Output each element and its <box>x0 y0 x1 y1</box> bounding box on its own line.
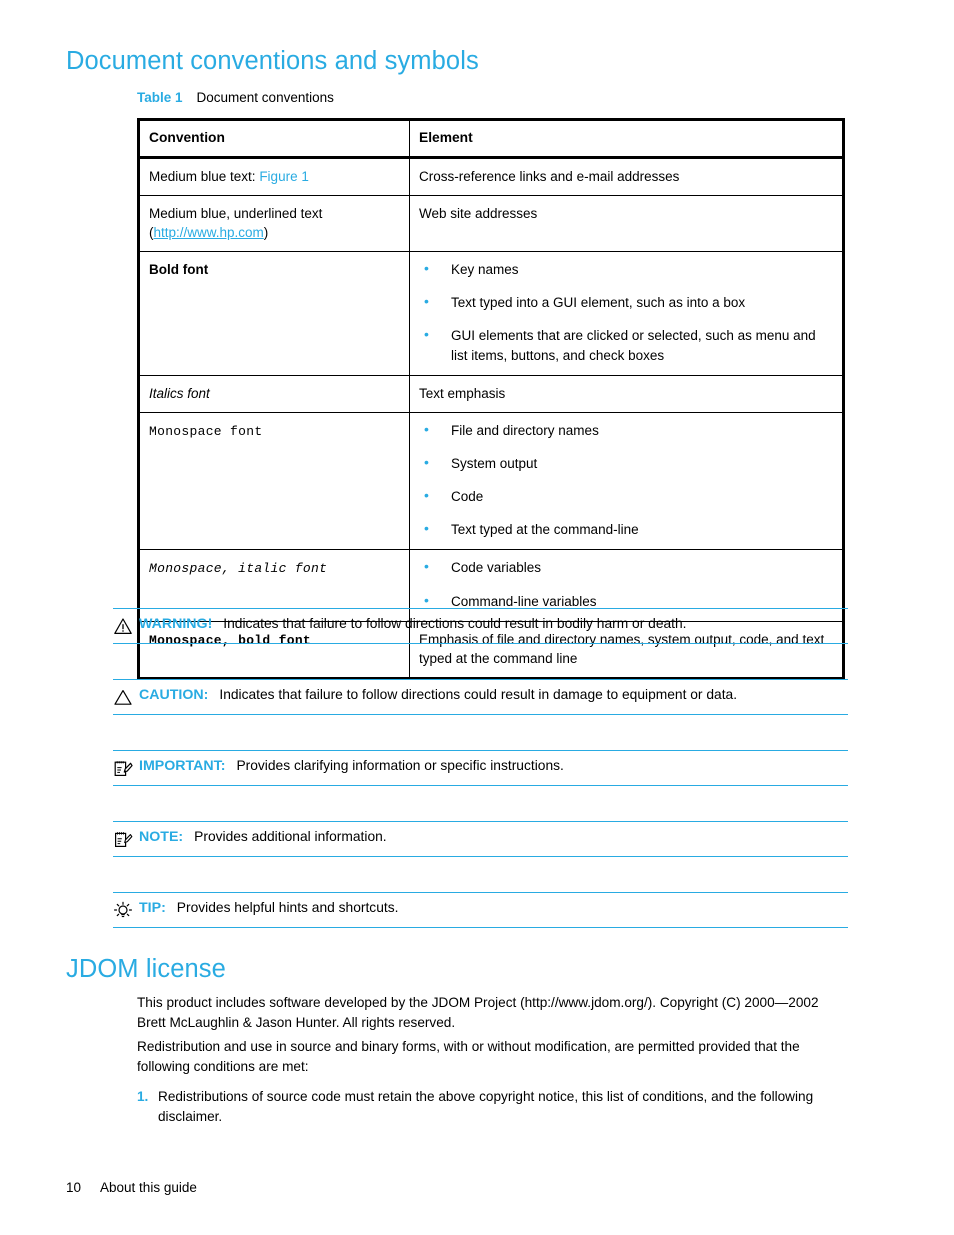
table-row: Italics font Text emphasis <box>138 374 844 413</box>
jdom-paragraph-1: This product includes software developed… <box>137 995 819 1030</box>
notice-text: Provides clarifying information or speci… <box>236 758 564 773</box>
cell-element-monospace-uses: File and directory names System output C… <box>409 411 844 551</box>
convention-line1: Medium blue, underlined text <box>149 205 323 221</box>
notice-label: TIP: <box>139 900 166 916</box>
list-item: Code <box>419 486 833 506</box>
list-item: File and directory names <box>419 420 833 440</box>
notice-label: WARNING! <box>139 616 213 632</box>
cell-convention-italics-font: Italics font <box>138 374 410 413</box>
notice-tip: TIP: Provides helpful hints and shortcut… <box>113 892 848 928</box>
notice-rule-bottom <box>113 643 848 644</box>
notice-text: Provides helpful hints and shortcuts. <box>176 900 399 915</box>
figure-link[interactable]: Figure 1 <box>259 169 309 184</box>
notice-body: IMPORTANT: Provides clarifying informati… <box>113 751 848 785</box>
table-header-row: Convention Element <box>138 119 844 159</box>
notice-body: TIP: Provides helpful hints and shortcut… <box>113 893 848 927</box>
notice-body: CAUTION: Indicates that failure to follo… <box>113 680 848 714</box>
page-footer: 10 About this guide <box>66 1180 197 1195</box>
bullet-list: File and directory names System output C… <box>419 420 833 540</box>
italics-font-sample: Italics font <box>149 385 210 401</box>
notice-important: IMPORTANT: Provides clarifying informati… <box>113 750 848 786</box>
notice-label: IMPORTANT: <box>139 758 226 774</box>
notice-label: NOTE: <box>139 829 184 845</box>
cell-convention-bold-font: Bold font <box>138 251 410 376</box>
notice-caution: CAUTION: Indicates that failure to follo… <box>113 679 848 715</box>
cell-element-web-site-addresses: Web site addresses <box>409 194 844 253</box>
caution-triangle-icon <box>113 688 133 707</box>
cell-element-text-emphasis: Text emphasis <box>409 374 844 413</box>
bullet-list: Code variables Command-line variables <box>419 557 833 610</box>
notice-body: NOTE: Provides additional information. <box>113 822 848 856</box>
jdom-conditions-list: 1. Redistributions of source code must r… <box>137 1087 837 1127</box>
table-header-element: Element <box>409 119 844 159</box>
table-row: Bold font Key names Text typed into a GU… <box>138 251 844 376</box>
bullet-list: Key names Text typed into a GUI element,… <box>419 259 833 365</box>
notice-rule-bottom <box>113 785 848 786</box>
table-row: Medium blue, underlined text (http://www… <box>138 194 844 253</box>
table-caption: Table 1 Document conventions <box>137 90 334 105</box>
cell-convention-medium-blue-text: Medium blue text: Figure 1 <box>138 156 410 196</box>
notice-text: Indicates that failure to follow directi… <box>223 616 687 631</box>
cell-convention-medium-blue-underlined: Medium blue, underlined text (http://www… <box>138 194 410 253</box>
footer-page-number: 10 <box>66 1180 82 1195</box>
section-title-jdom-license: JDOM license <box>66 955 226 983</box>
list-item: System output <box>419 453 833 473</box>
table-row: Monospace font File and directory names … <box>138 411 844 551</box>
monospace-italic-font-sample: Monospace, italic font <box>149 561 328 577</box>
paren-close: ) <box>263 224 269 240</box>
jdom-paragraph-2: Redistribution and use in source and bin… <box>137 1039 800 1074</box>
table-caption-label: Table 1 <box>137 90 183 105</box>
table-caption-text: Document conventions <box>196 90 334 105</box>
notice-text: Indicates that failure to follow directi… <box>219 687 738 702</box>
convention-prefix: Medium blue text: <box>149 168 260 184</box>
notice-rule-bottom <box>113 927 848 928</box>
list-item-text: Redistributions of source code must reta… <box>158 1089 814 1124</box>
notice-note: NOTE: Provides additional information. <box>113 821 848 857</box>
hp-website-link[interactable]: http://www.hp.com <box>154 225 264 240</box>
notice-label: CAUTION: <box>139 687 209 703</box>
notice-body: WARNING! Indicates that failure to follo… <box>113 609 848 643</box>
table-row: Medium blue text: Figure 1 Cross-referen… <box>138 156 844 196</box>
cell-element-bold-font-uses: Key names Text typed into a GUI element,… <box>409 251 844 376</box>
list-item: Code variables <box>419 557 833 577</box>
list-item: Text typed at the command-line <box>419 519 833 539</box>
note-notepad-icon <box>113 830 133 849</box>
monospace-font-sample: Monospace font <box>149 423 263 439</box>
notice-rule-bottom <box>113 856 848 857</box>
tip-lightbulb-icon <box>113 901 133 920</box>
important-notepad-pencil-icon <box>113 759 133 778</box>
list-item: Text typed into a GUI element, such as i… <box>419 292 833 312</box>
list-item: Key names <box>419 259 833 279</box>
list-item: GUI elements that are clicked or selecte… <box>419 325 833 364</box>
notice-rule-bottom <box>113 714 848 715</box>
notice-warning: WARNING! Indicates that failure to follo… <box>113 608 848 644</box>
list-item-number: 1. <box>137 1089 149 1104</box>
document-conventions-table: Convention Element Medium blue text: Fig… <box>137 118 845 681</box>
cell-convention-monospace-font: Monospace font <box>138 411 410 551</box>
cell-element-cross-reference: Cross-reference links and e-mail address… <box>409 156 844 196</box>
bold-font-sample: Bold font <box>149 262 209 278</box>
footer-section-label: About this guide <box>100 1180 197 1195</box>
notice-text: Provides additional information. <box>194 829 387 844</box>
table-header-convention: Convention <box>138 119 410 159</box>
document-page: Document conventions and symbols Table 1… <box>0 0 954 1235</box>
page-title-document-conventions: Document conventions and symbols <box>66 47 479 75</box>
warning-triangle-icon <box>113 617 133 636</box>
